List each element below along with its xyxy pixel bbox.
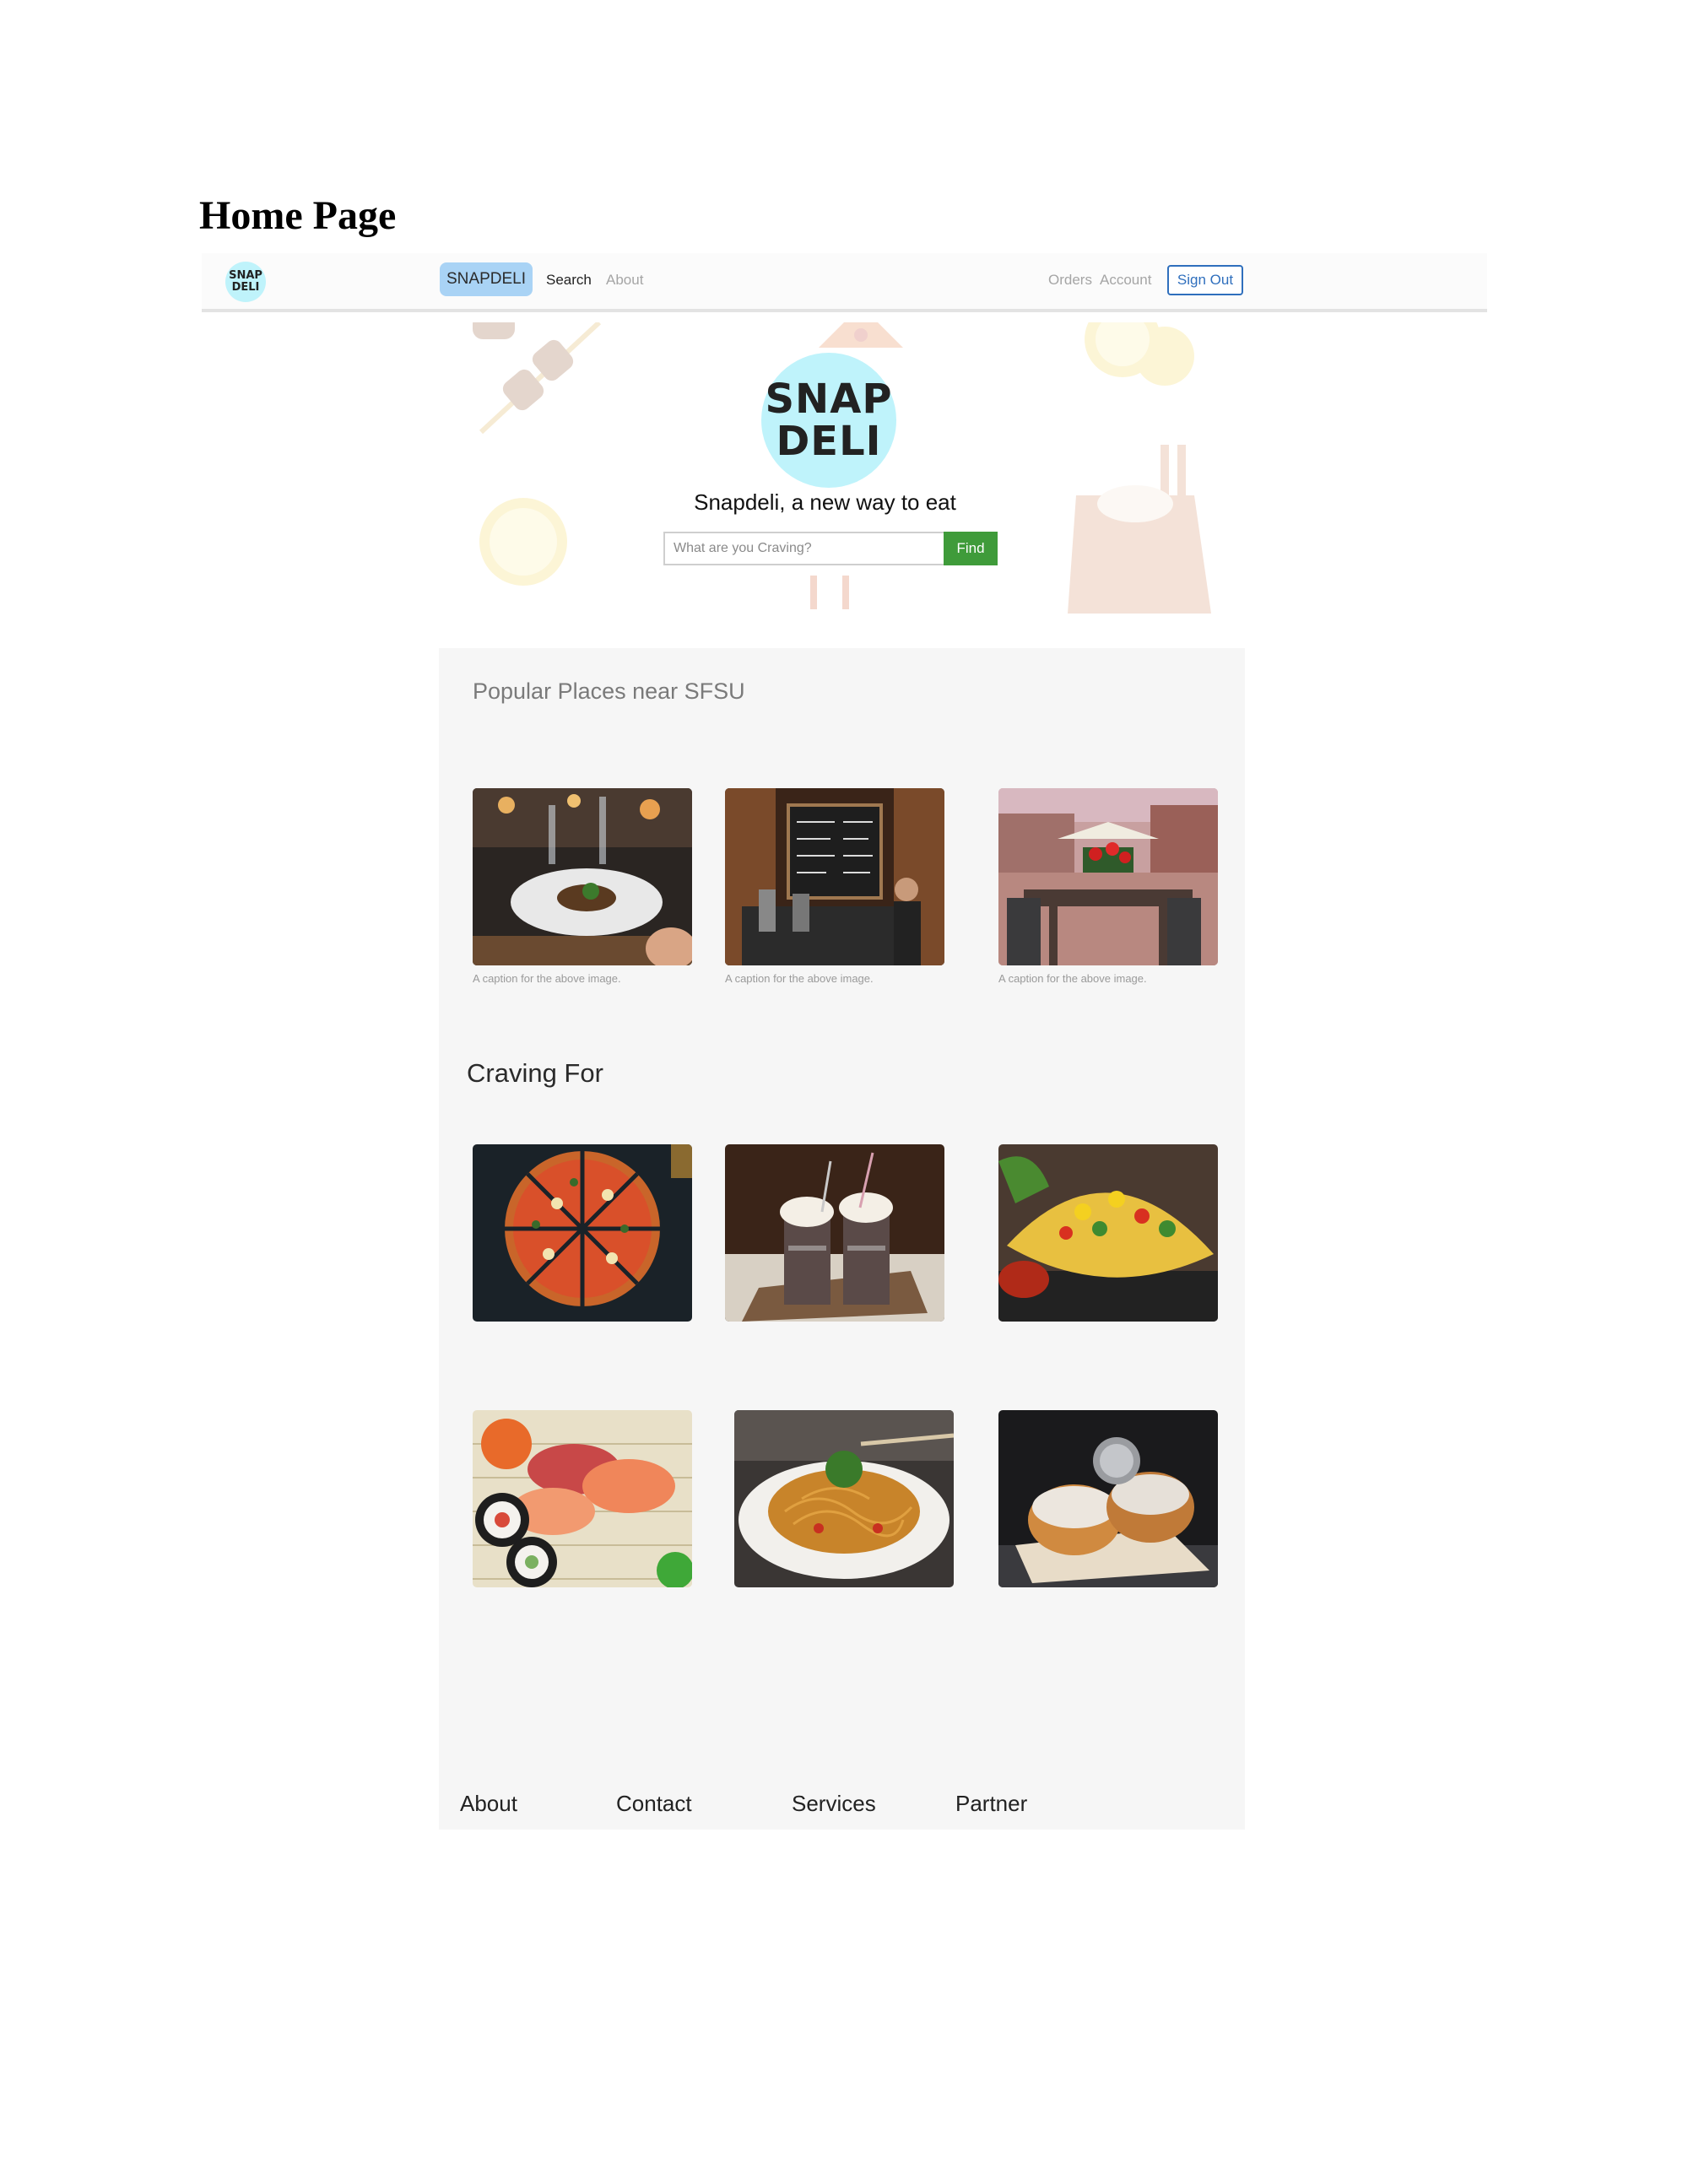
- craving-card-sushi[interactable]: [473, 1410, 692, 1587]
- popular-places-title: Popular Places near SFSU: [473, 678, 745, 704]
- takeout-box-illustration-icon: [1068, 445, 1211, 614]
- patio-dining-photo: [998, 788, 1218, 965]
- hero-tagline: Snapdeli, a new way to eat: [694, 489, 956, 515]
- hero-logo-line1: SNAP: [765, 376, 893, 423]
- nav-logo[interactable]: SNAP DELI: [225, 262, 266, 302]
- craving-for-title: Craving For: [467, 1058, 603, 1088]
- lemon-slices-illustration-icon: [1085, 322, 1194, 386]
- footer-link-contact[interactable]: Contact: [616, 1791, 692, 1817]
- nav-link-about[interactable]: About: [606, 272, 643, 289]
- donuts-photo: [998, 1410, 1218, 1587]
- hero-logo: SNAP DELI: [761, 353, 896, 488]
- cafe-counter-photo: [725, 788, 944, 965]
- craving-search-input[interactable]: [663, 532, 944, 565]
- content-panel: Popular Places near SFSU A caption for t…: [439, 648, 1245, 1830]
- craving-card-milkshakes[interactable]: [725, 1144, 944, 1322]
- nav-logo-line2: DELI: [231, 281, 260, 294]
- hero-banner: SNAP DELI Snapdeli, a new way to eat Fin…: [439, 322, 1220, 614]
- craving-card-donuts[interactable]: [998, 1410, 1218, 1587]
- skewer-illustration-icon: [473, 322, 602, 435]
- place-card-cafe-counter[interactable]: [725, 788, 944, 965]
- craving-card-pizza[interactable]: [473, 1144, 692, 1322]
- nav-link-account[interactable]: Account: [1100, 272, 1151, 289]
- footer-link-partner[interactable]: Partner: [955, 1791, 1027, 1817]
- nav-logo-line1: SNAP: [229, 269, 262, 282]
- footer-link-about[interactable]: About: [460, 1791, 517, 1817]
- nav-link-orders[interactable]: Orders: [1048, 272, 1092, 289]
- pizza-slice-illustration-icon: [819, 322, 903, 348]
- brand-button[interactable]: SNAPDELI: [440, 262, 533, 296]
- navbar: SNAP DELI SNAPDELI Search About Orders A…: [202, 253, 1487, 312]
- place-caption: A caption for the above image.: [998, 972, 1147, 985]
- pizza-photo: [473, 1144, 692, 1322]
- sign-out-button[interactable]: Sign Out: [1167, 265, 1243, 295]
- place-card-restaurant-table[interactable]: [473, 788, 692, 965]
- place-caption: A caption for the above image.: [473, 972, 621, 985]
- sushi-photo: [473, 1410, 692, 1587]
- milkshakes-photo: [725, 1144, 944, 1322]
- hero-logo-line2: DELI: [776, 418, 882, 465]
- find-button[interactable]: Find: [944, 532, 998, 565]
- place-card-patio-dining[interactable]: [998, 788, 1218, 965]
- craving-card-tacos[interactable]: [998, 1144, 1218, 1322]
- place-caption: A caption for the above image.: [725, 972, 874, 985]
- document-heading: Home Page: [199, 193, 397, 238]
- restaurant-table-photo: [473, 788, 692, 965]
- noodles-photo: [734, 1410, 954, 1587]
- nav-link-search[interactable]: Search: [546, 272, 592, 289]
- tacos-photo: [998, 1144, 1218, 1322]
- fork-illustration-icon: [810, 576, 849, 609]
- craving-card-noodles[interactable]: [734, 1410, 954, 1587]
- footer-link-services[interactable]: Services: [792, 1791, 876, 1817]
